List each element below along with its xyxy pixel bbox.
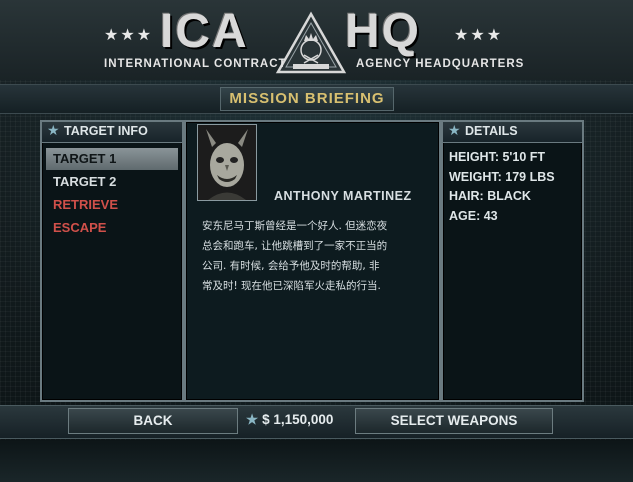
select-weapons-button[interactable]: SELECT WEAPONS — [355, 408, 553, 434]
stars-right: ★★★ — [454, 25, 504, 44]
title-hq: HQ — [345, 5, 421, 58]
subtitle-left: INTERNATIONAL CONTRACT — [104, 58, 287, 70]
menu-item-target-1[interactable]: TARGET 1 — [46, 148, 178, 170]
star-icon: ★ — [448, 123, 461, 139]
target-info-panel: ★ TARGET INFO TARGET 1 TARGET 2 RETRIEVE… — [40, 120, 184, 402]
description-line: 安东尼马丁斯曾经是一个好人. 但迷恋夜 — [202, 220, 388, 232]
details-header: ★ DETAILS — [443, 122, 582, 143]
target-name: ANTHONY MARTINEZ — [274, 189, 412, 203]
stars-left: ★★★ — [104, 25, 154, 44]
game-screen: ★★★ ICA HQ ★★★ INTERNATIONAL CONTRACT AG… — [0, 0, 633, 482]
back-button-label: BACK — [133, 413, 173, 428]
details-panel: ★ DETAILS HEIGHT: 5'10 FT WEIGHT: 179 LB… — [441, 120, 584, 402]
briefing-panel: ANTHONY MARTINEZ 安东尼马丁斯曾经是一个好人. 但迷恋夜 总会和… — [184, 120, 441, 402]
title-bar: MISSION BRIEFING — [0, 84, 633, 114]
menu-item-target-2[interactable]: TARGET 2 — [46, 171, 178, 193]
title-ica: ICA — [160, 5, 249, 58]
menu-item-retrieve[interactable]: RETRIEVE — [46, 194, 178, 216]
star-icon: ★ — [246, 412, 259, 427]
detail-height: HEIGHT: 5'10 FT — [449, 150, 546, 164]
header: ★★★ ICA HQ ★★★ INTERNATIONAL CONTRACT AG… — [0, 0, 633, 80]
target-description: 安东尼马丁斯曾经是一个好人. 但迷恋夜 总会和跑车, 让他跳槽到了一家不正当的 … — [202, 216, 428, 296]
masked-target-portrait-icon — [198, 125, 256, 200]
money-amount: $ 1,150,000 — [262, 412, 334, 427]
detail-weight: WEIGHT: 179 LBS — [449, 169, 555, 184]
description-line: 公司. 有时候, 会给予他及时的帮助, 非 — [202, 260, 380, 272]
money-display: ★ $ 1,150,000 — [246, 412, 333, 428]
star-icon: ★ — [47, 123, 60, 139]
select-weapons-label: SELECT WEAPONS — [390, 413, 518, 428]
details-heading: DETAILS — [465, 124, 518, 138]
subtitle-right: AGENCY HEADQUARTERS — [356, 58, 525, 70]
target-info-list: TARGET 1 TARGET 2 RETRIEVE ESCAPE — [46, 148, 178, 240]
detail-age: AGE: 43 — [449, 208, 498, 223]
detail-hair: HAIR: BLACK — [449, 189, 531, 203]
description-line: 常及时! 现在他已深陷军火走私的行当. — [202, 280, 381, 292]
target-info-header: ★ TARGET INFO — [42, 122, 182, 143]
city-backdrop — [0, 440, 633, 482]
page-title: MISSION BRIEFING — [229, 90, 385, 107]
target-portrait — [197, 124, 257, 201]
description-line: 总会和跑车, 让他跳槽到了一家不正当的 — [202, 240, 388, 252]
details-list: HEIGHT: 5'10 FT WEIGHT: 179 LBS HAIR: BL… — [449, 148, 578, 226]
target-info-heading: TARGET INFO — [64, 124, 148, 138]
title-box: MISSION BRIEFING — [220, 87, 394, 111]
back-button[interactable]: BACK — [68, 408, 238, 434]
menu-item-escape[interactable]: ESCAPE — [46, 217, 178, 239]
